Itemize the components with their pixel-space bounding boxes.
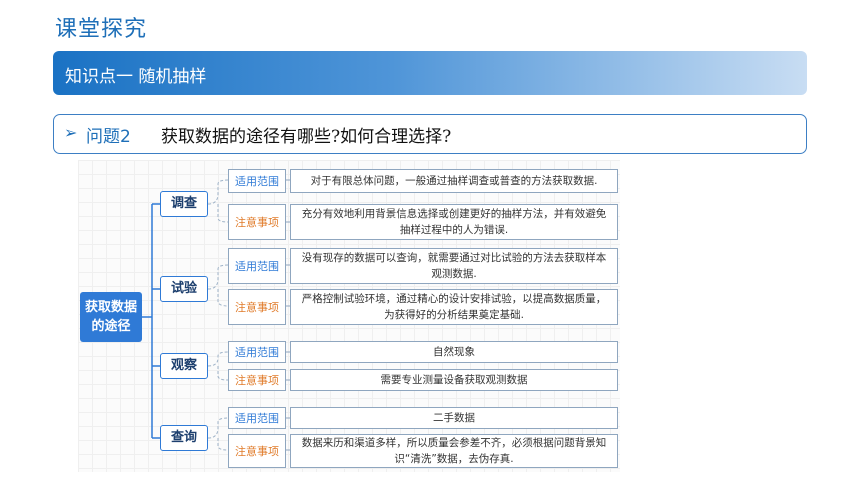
mind-map-diagram: 获取数据的途径 调查 适用范围 对于有限总体问题，一般通过抽样调查或普查的方法获… — [78, 160, 620, 472]
question-label: 问题2 — [86, 127, 131, 147]
scope-text: 对于有限总体问题，一般通过抽样调查或普查的方法获取数据. — [290, 169, 618, 193]
note-text: 数据来历和渠道多样，所以质量会参差不齐，必须根据问题背景知识“清洗”数据，去伪存… — [290, 434, 618, 468]
scope-label: 适用范围 — [228, 248, 286, 284]
note-label: 注意事项 — [228, 204, 286, 240]
category-node-survey: 调查 — [160, 191, 208, 217]
banner-text: 知识点一 随机抽样 — [65, 67, 207, 87]
root-node: 获取数据的途径 — [80, 292, 142, 342]
note-label: 注意事项 — [228, 369, 286, 391]
note-text: 需要专业测量设备获取观测数据 — [290, 369, 618, 391]
category-node-query: 查询 — [160, 425, 208, 451]
category-node-experiment: 试验 — [160, 276, 208, 302]
note-text: 充分有效地利用背景信息选择或创建更好的抽样方法，并有效避免抽样过程中的人为错误. — [290, 204, 618, 240]
question-text: 获取数据的途径有哪些?如何合理选择? — [161, 127, 452, 147]
section-banner: 知识点一 随机抽样 — [53, 51, 807, 95]
arrow-bullet-icon: ➢ — [64, 123, 78, 142]
scope-label: 适用范围 — [228, 407, 286, 429]
note-label: 注意事项 — [228, 289, 286, 325]
question-box: ➢ 问题2 获取数据的途径有哪些?如何合理选择? — [53, 114, 807, 154]
scope-text: 二手数据 — [290, 407, 618, 429]
note-label: 注意事项 — [228, 434, 286, 468]
scope-label: 适用范围 — [228, 169, 286, 193]
note-text: 严格控制试验环境，通过精心的设计安排试验，以提高数据质量，为获得好的分析结果奠定… — [290, 289, 618, 325]
page-title: 课堂探究 — [55, 17, 148, 42]
category-node-observation: 观察 — [160, 353, 208, 379]
scope-label: 适用范围 — [228, 341, 286, 363]
scope-text: 自然现象 — [290, 341, 618, 363]
scope-text: 没有现存的数据可以查询，就需要通过对比试验的方法去获取样本观测数据. — [290, 248, 618, 284]
